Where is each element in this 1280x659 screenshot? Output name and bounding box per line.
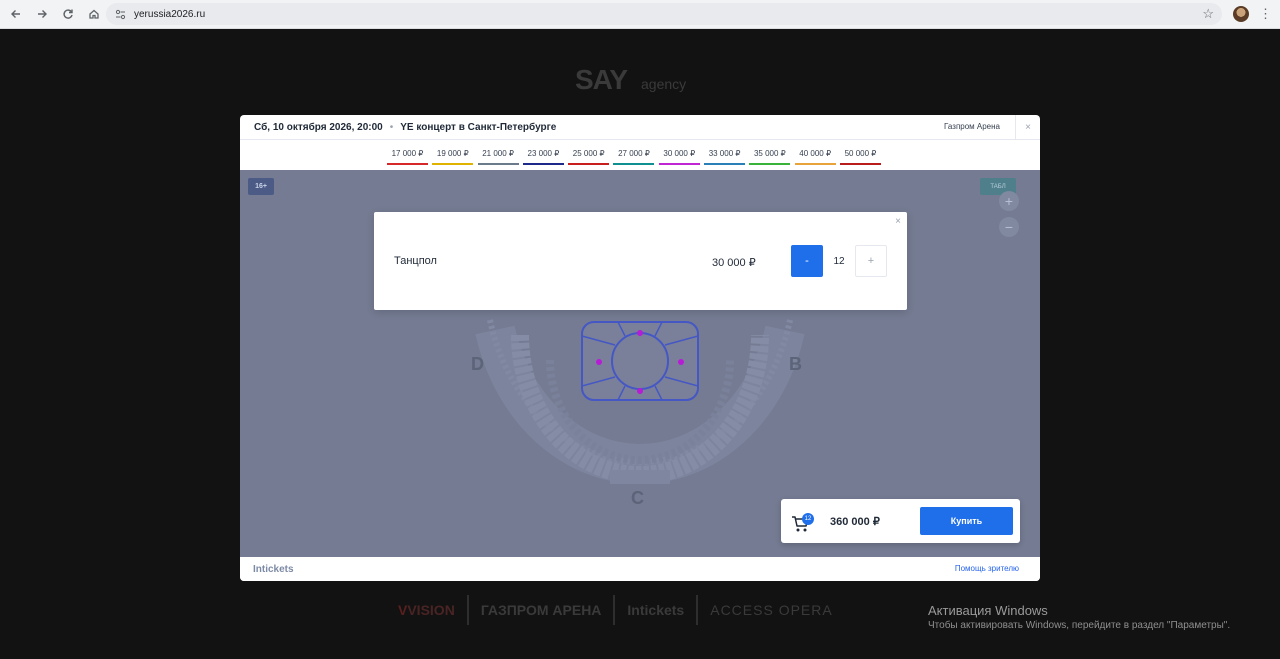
modal-footer: Intickets Помощь зрителю	[240, 557, 1040, 581]
buy-button[interactable]: Купить	[920, 507, 1013, 535]
sector-d-label[interactable]: D	[471, 354, 484, 375]
forward-icon[interactable]	[30, 2, 54, 26]
price-filter-chip[interactable]: 40 000 ₽	[794, 149, 836, 165]
sponsor-logo: VVISION	[398, 602, 455, 618]
header-separator: •	[389, 121, 394, 133]
price-filter-chip[interactable]: 25 000 ₽	[568, 149, 610, 165]
price-filter-chip[interactable]: 30 000 ₽	[658, 149, 700, 165]
star-icon[interactable]: ☆	[1202, 6, 1214, 22]
zoom-out-button[interactable]: −	[999, 217, 1019, 237]
vision-v-icon: V	[398, 602, 408, 618]
price-filter-chip[interactable]: 19 000 ₽	[432, 149, 474, 165]
divider	[466, 595, 469, 625]
close-icon[interactable]: ×	[1015, 115, 1040, 140]
site-settings-icon[interactable]	[112, 6, 128, 22]
url-text[interactable]: yerussia2026.ru	[134, 9, 205, 20]
windows-activation-title: Активация Windows	[928, 603, 1048, 618]
say-agency-logo: SAY agency	[575, 64, 687, 95]
browser-toolbar: yerussia2026.ru ☆ ⋮	[0, 0, 1280, 29]
cart-total: 360 000 ₽	[830, 516, 880, 528]
profile-avatar[interactable]	[1233, 6, 1249, 22]
zone-price: 30 000 ₽	[712, 257, 756, 269]
sponsor-logo: ГАЗПРОМ АРЕНА	[480, 602, 602, 618]
intickets-logo: Intickets	[253, 564, 294, 575]
windows-activation-text: Чтобы активировать Windows, перейдите в …	[928, 620, 1231, 631]
divider	[613, 595, 616, 625]
back-icon[interactable]	[4, 2, 28, 26]
ticket-popup: × Танцпол 30 000 ₽ - 12 +	[374, 212, 907, 310]
divider	[696, 595, 699, 625]
venue-name: Газпром Арена	[944, 122, 1000, 131]
address-bar[interactable]: yerussia2026.ru ☆	[106, 3, 1222, 25]
sponsor-logo: Intickets	[627, 602, 685, 618]
price-filter-chip[interactable]: 35 000 ₽	[749, 149, 791, 165]
quantity-value: 12	[833, 256, 845, 267]
close-icon[interactable]: ×	[895, 216, 901, 227]
price-filter-chip[interactable]: 27 000 ₽	[613, 149, 655, 165]
zoom-in-button[interactable]: +	[999, 191, 1019, 211]
price-filter-chip[interactable]: 17 000 ₽	[387, 149, 428, 165]
sponsor-logo: ACCESS OPERA	[710, 602, 833, 618]
price-filter-bar: 17 000 ₽19 000 ₽21 000 ₽23 000 ₽25 000 ₽…	[387, 149, 885, 165]
sector-c-label[interactable]: C	[631, 488, 644, 509]
reload-icon[interactable]	[56, 2, 80, 26]
dance-floor-shape[interactable]	[581, 321, 699, 401]
price-filter-chip[interactable]: 33 000 ₽	[704, 149, 746, 165]
modal-header: Сб, 10 октября 2026, 20:00 • YE концерт …	[240, 115, 1040, 140]
sector-b-label[interactable]: B	[789, 354, 802, 375]
cart-count-badge: 12	[802, 513, 814, 525]
price-filter-chip[interactable]: 23 000 ₽	[522, 149, 564, 165]
help-link[interactable]: Помощь зрителю	[955, 564, 1019, 573]
price-filter-chip[interactable]: 21 000 ₽	[477, 149, 519, 165]
event-title: YE концерт в Санкт-Петербурге	[400, 121, 557, 133]
decrease-quantity-button[interactable]: -	[791, 245, 823, 277]
increase-quantity-button[interactable]: +	[855, 245, 887, 277]
price-filter-chip[interactable]: 50 000 ₽	[839, 149, 881, 165]
cart-panel: 12 360 000 ₽ Купить	[781, 499, 1020, 543]
menu-icon[interactable]: ⋮	[1259, 6, 1272, 22]
age-rating-badge: 16+	[248, 178, 274, 195]
zone-name: Танцпол	[394, 255, 437, 267]
sponsors-bar: VVISION ГАЗПРОМ АРЕНА Intickets ACCESS O…	[398, 593, 878, 627]
event-date: Сб, 10 октября 2026, 20:00	[254, 121, 383, 133]
home-icon[interactable]	[82, 2, 106, 26]
